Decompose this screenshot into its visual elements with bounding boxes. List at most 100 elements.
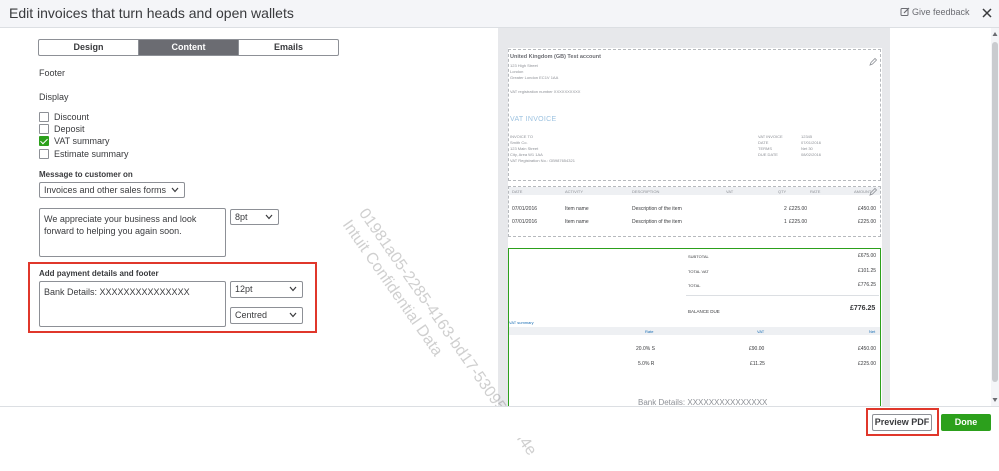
message-heading: Message to customer on [39, 170, 133, 179]
vat-row-1-net: £450.00 [858, 346, 877, 352]
col-description: DESCRIPTION [632, 189, 660, 194]
vat-col-net: Net [869, 329, 876, 334]
totals-divider [686, 295, 879, 296]
meta-value-4: 08/02/2016 [801, 152, 822, 157]
meta-label-3: TERMS [758, 146, 772, 151]
display-section-label: Display [39, 92, 69, 102]
estimate-summary-checkbox[interactable] [39, 148, 49, 159]
vat-reg-number: VAT registration number XXXXXXXXXX [510, 89, 581, 94]
address-line-1: 123 High Street [510, 63, 538, 68]
vat-row-1-vat: £90.00 [749, 346, 765, 352]
payment-textarea[interactable]: Bank Details: XXXXXXXXXXXXXXX [39, 281, 226, 327]
message-text: We appreciate your business and look for… [44, 214, 197, 236]
vat-summary-checkbox[interactable] [39, 135, 49, 146]
vat-row-2-vat: £11.25 [750, 361, 765, 367]
tab-design[interactable]: Design [39, 40, 138, 55]
total-label: TOTAL [688, 283, 701, 288]
item-1-rate: £225.00 [789, 206, 808, 212]
vat-summary-header-row [509, 327, 880, 335]
vat-summary-label: VAT summary [54, 135, 110, 146]
vat-invoice-title: VAT INVOICE [510, 116, 557, 123]
item-2-rate: £225.00 [789, 219, 808, 225]
pencil-icon[interactable] [869, 57, 878, 66]
payment-text: Bank Details: XXXXXXXXXXXXXXX [44, 287, 190, 297]
deposit-label: Deposit [54, 123, 85, 134]
scroll-up-icon[interactable] [992, 31, 998, 37]
discount-label: Discount [54, 111, 90, 122]
estimate-summary-checkbox-row[interactable]: Estimate summary [39, 148, 129, 159]
message-form-select[interactable]: Invoices and other sales forms [39, 182, 185, 198]
payment-font-size-select[interactable]: 12pt [230, 281, 303, 298]
meta-value-2: 07/01/2016 [801, 140, 822, 145]
close-icon[interactable] [980, 6, 994, 20]
chevron-down-icon [289, 286, 297, 292]
scrollbar-thumb[interactable] [992, 42, 998, 382]
dialog-header: Edit invoices that turn heads and open w… [0, 0, 999, 28]
vat-row-1-rate: 20.0% S [636, 346, 655, 352]
balance-due-label: BALANCE DUE [688, 309, 720, 314]
total-vat-value: £101.25 [858, 268, 877, 274]
meta-label-4: DUE DATE [758, 152, 778, 157]
address-line-3: Greater London EC1V 1AA [510, 75, 559, 80]
vat-col-rate: Rate [645, 329, 654, 334]
message-textarea[interactable]: We appreciate your business and look for… [39, 208, 226, 257]
item-1-activity: Item name [565, 206, 589, 212]
feedback-icon [900, 7, 910, 16]
vat-summary-heading: VAT summary [509, 320, 534, 325]
balance-due-value: £776.25 [850, 305, 876, 312]
item-2-amount: £225.00 [858, 219, 877, 225]
tab-emails[interactable]: Emails [238, 40, 338, 55]
tab-content[interactable]: Content [138, 40, 238, 55]
estimate-summary-label: Estimate summary [54, 148, 129, 159]
chevron-down-icon [289, 312, 297, 318]
vat-row-2-rate: 5.0% R [638, 361, 655, 367]
discount-checkbox[interactable] [39, 111, 49, 122]
item-1-description: Description of the item [632, 206, 682, 212]
col-date: DATE [512, 189, 523, 194]
deposit-checkbox-row[interactable]: Deposit [39, 123, 85, 134]
page-title: Edit invoices that turn heads and open w… [9, 5, 294, 21]
col-rate: RATE [810, 189, 821, 194]
item-1-amount: £450.00 [858, 206, 877, 212]
deposit-checkbox[interactable] [39, 123, 49, 134]
invoice-paper: United Kingdom (GB) Test account 123 Hig… [508, 48, 882, 406]
customer-line-2: 123 Main Street [510, 146, 539, 151]
preview-pdf-button[interactable]: Preview PDF [872, 414, 932, 431]
message-form-value: Invoices and other sales forms [44, 185, 167, 195]
item-1-date: 07/01/2016 [512, 206, 538, 212]
payment-alignment-select[interactable]: Centred [230, 307, 303, 324]
give-feedback-label: Give feedback [912, 7, 970, 17]
item-2-qty: 1 [784, 219, 787, 225]
message-font-size-select[interactable]: 8pt [230, 209, 279, 225]
subtotal-label: SUBTOTAL [688, 254, 709, 259]
address-line-2: London [510, 69, 524, 74]
item-2-date: 07/01/2016 [512, 219, 538, 225]
message-font-size-value: 8pt [235, 212, 248, 222]
discount-checkbox-row[interactable]: Discount [39, 111, 89, 122]
col-activity: ACTIVITY [565, 189, 584, 194]
subtotal-value: £675.00 [858, 253, 877, 259]
tab-bar: Design Content Emails [38, 39, 339, 56]
customer-line-4: VAT Registration No.: GB987654321 [510, 158, 575, 163]
meta-label-2: DATE [758, 140, 769, 145]
invoice-preview: United Kingdom (GB) Test account 123 Hig… [498, 28, 890, 406]
meta-value-1: 12345 [801, 134, 813, 139]
customer-line-3: City, Area W1 1AA [510, 152, 543, 157]
meta-value-3: Net 30 [801, 146, 813, 151]
vat-col-vat: VAT [757, 329, 765, 334]
chevron-down-icon [265, 214, 273, 220]
scroll-down-icon[interactable] [992, 397, 998, 403]
payment-font-size-value: 12pt [235, 284, 253, 294]
customer-line-1: Smith Co. [510, 140, 528, 145]
item-2-activity: Item name [565, 219, 589, 225]
total-value: £776.25 [858, 282, 877, 288]
vat-summary-checkbox-row[interactable]: VAT summary [39, 135, 110, 146]
done-button[interactable]: Done [941, 414, 991, 431]
invoice-to-label: INVOICE TO [510, 134, 533, 139]
total-vat-label: TOTAL VAT [688, 269, 709, 274]
footer-section-label: Footer [39, 68, 66, 78]
chevron-down-icon [171, 187, 179, 193]
dialog-footer [0, 406, 999, 438]
item-1-qty: 2 [784, 206, 787, 212]
give-feedback-link[interactable]: Give feedback [900, 7, 970, 17]
